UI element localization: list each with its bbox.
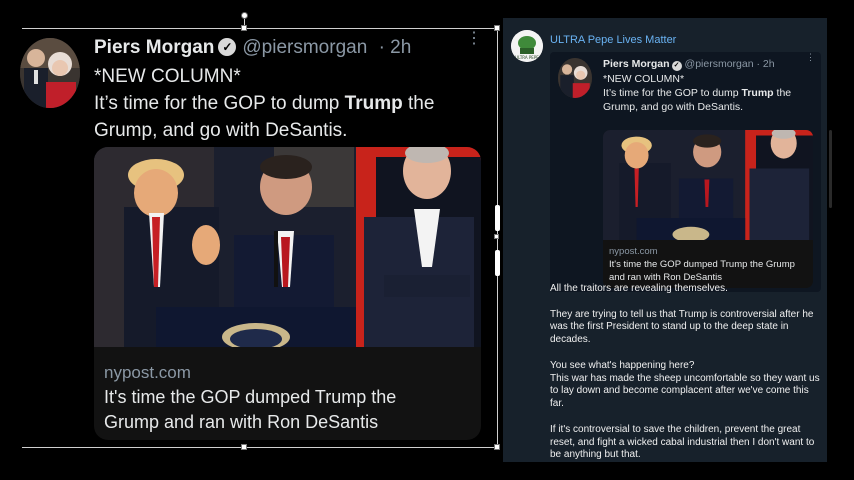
resize-handle-right-lower[interactable]: [495, 250, 500, 276]
embedded-card-domain: nypost.com: [609, 246, 658, 257]
post-paragraph-2: They are trying to tell us that Trump is…: [550, 308, 814, 346]
post-body-text: All the traitors are revealing themselve…: [550, 283, 824, 475]
channel-name[interactable]: ULTRA Pepe Lives Matter: [550, 34, 676, 46]
post-paragraph-4: If it's controversial to save the childr…: [550, 423, 815, 461]
svg-text:ULTRA PEPE: ULTRA PEPE: [515, 55, 539, 60]
author-name[interactable]: Piers Morgan: [94, 37, 214, 58]
rotate-handle[interactable]: [241, 12, 248, 19]
selection-border-bottom: [22, 447, 497, 448]
embedded-link-card: nypost.com It's time the GOP dumped Trum…: [603, 130, 813, 288]
verified-badge-icon: ✓: [671, 61, 682, 71]
more-options-icon[interactable]: ⋮: [466, 31, 482, 47]
post-paragraph-3a: You see what's happening here?: [550, 359, 695, 371]
tweet-author-line: Piers Morgan ✓ @piersmorgan · 2h: [94, 37, 411, 59]
verified-badge-icon: ✓: [218, 38, 237, 56]
scrollbar[interactable]: [829, 130, 832, 208]
resize-handle-right[interactable]: [494, 234, 499, 239]
resize-handle-top-right[interactable]: [494, 25, 500, 31]
telegram-post: ULTRA PEPE ULTRA Pepe Lives Matter Piers…: [503, 18, 827, 462]
more-options-icon: ⋮: [806, 52, 815, 62]
article-photo: [94, 147, 481, 347]
tweet-time[interactable]: · 2h: [379, 37, 412, 58]
card-title[interactable]: It's time the GOP dumped Trump the Grump…: [104, 385, 454, 435]
embedded-article-photo: [603, 130, 813, 240]
embedded-author-avatar: [558, 58, 592, 98]
post-paragraph-1: All the traitors are revealing themselve…: [550, 283, 728, 294]
link-preview-card[interactable]: nypost.com It's time the GOP dumped Trum…: [94, 147, 481, 440]
resize-handle-right-upper[interactable]: [495, 205, 500, 231]
embedded-tweet-text: *NEW COLUMN* It’s time for the GOP to du…: [603, 73, 792, 113]
author-handle[interactable]: @piersmorgan: [242, 37, 367, 58]
embedded-author-line: Piers Morgan ✓ @piersmorgan · 2h: [603, 58, 775, 71]
resize-handle-bottom[interactable]: [241, 444, 247, 450]
embedded-tweet-screenshot[interactable]: Piers Morgan ✓ @piersmorgan · 2h ⋮ *NEW CO…: [550, 52, 821, 292]
piers-morgan-avatar[interactable]: [20, 38, 80, 108]
embedded-card-title: It's time the GOP dumped Trump the Grump…: [609, 259, 795, 283]
resize-handle-bottom-right[interactable]: [494, 444, 500, 450]
resize-handle-top[interactable]: [241, 25, 247, 31]
selection-border-top: [22, 28, 497, 29]
tweet-text: *NEW COLUMN* It’s time for the GOP to du…: [94, 63, 489, 144]
tweet-text-bold: Trump: [344, 93, 403, 114]
post-paragraph-3b: This war has made the sheep uncomfortabl…: [550, 372, 820, 410]
card-footer: nypost.com It's time the GOP dumped Trum…: [94, 347, 481, 440]
tweet-text-line1: *NEW COLUMN*: [94, 66, 241, 87]
card-domain[interactable]: nypost.com: [104, 363, 191, 383]
channel-avatar-icon[interactable]: ULTRA PEPE: [511, 30, 543, 62]
